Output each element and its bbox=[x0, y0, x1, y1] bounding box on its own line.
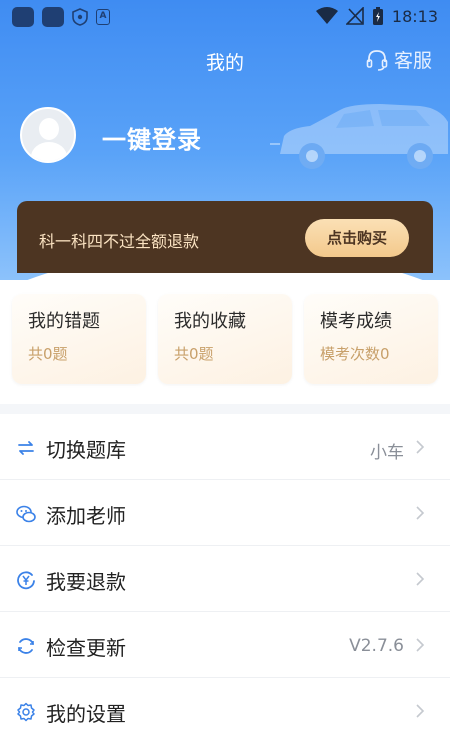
shield-icon bbox=[72, 8, 88, 26]
settings-icon bbox=[17, 702, 35, 722]
settings-menu: 切换题库 小车 添加老师 我要退款 检查更新 V2.7.6 我的设置 bbox=[0, 414, 450, 730]
menu-value: 小车 bbox=[370, 443, 404, 463]
avatar[interactable] bbox=[20, 107, 76, 163]
card-title: 我的收藏 bbox=[174, 311, 246, 332]
customer-service-button[interactable]: 客服 bbox=[365, 46, 432, 73]
customer-service-label: 客服 bbox=[393, 50, 432, 72]
notification-app-icon bbox=[42, 7, 64, 27]
card-title: 模考成绩 bbox=[320, 311, 392, 332]
banner-text: 科一科四不过全额退款 bbox=[39, 232, 200, 251]
menu-label: 切换题库 bbox=[46, 438, 126, 462]
menu-label: 我要退款 bbox=[46, 570, 126, 594]
notification-app-icon bbox=[12, 7, 34, 27]
buy-button[interactable]: 点击购买 bbox=[305, 219, 409, 257]
app-notification-icon: A bbox=[96, 9, 110, 25]
chevron-right-icon bbox=[416, 572, 425, 586]
exam-scores-card[interactable]: 模考成绩 模考次数0 bbox=[304, 294, 438, 384]
menu-item-switch-bank[interactable]: 切换题库 小车 bbox=[0, 414, 450, 480]
no-signal-icon bbox=[345, 7, 364, 25]
status-bar: A 18:13 bbox=[0, 0, 450, 34]
card-title: 我的错题 bbox=[28, 311, 100, 332]
section-divider bbox=[0, 404, 450, 414]
card-subtitle: 模考次数0 bbox=[320, 345, 390, 363]
menu-item-add-teacher[interactable]: 添加老师 bbox=[0, 480, 450, 546]
update-icon bbox=[18, 638, 34, 654]
version-value: V2.7.6 bbox=[349, 636, 404, 656]
menu-item-refund[interactable]: 我要退款 bbox=[0, 546, 450, 612]
wechat-icon bbox=[16, 505, 36, 523]
chevron-right-icon bbox=[416, 704, 425, 718]
menu-label: 添加老师 bbox=[46, 504, 126, 528]
one-click-login[interactable]: 一键登录 bbox=[102, 120, 202, 155]
stats-cards: 我的错题 共0题 我的收藏 共0题 模考成绩 模考次数0 bbox=[12, 294, 438, 384]
refund-icon bbox=[17, 571, 35, 590]
menu-label: 检查更新 bbox=[46, 636, 126, 660]
wifi-icon bbox=[315, 7, 338, 24]
avatar-body-shape bbox=[31, 142, 67, 161]
battery-icon bbox=[372, 7, 383, 25]
menu-item-settings[interactable]: 我的设置 bbox=[0, 678, 450, 730]
swap-icon bbox=[18, 441, 34, 455]
chevron-right-icon bbox=[416, 638, 425, 652]
card-subtitle: 共0题 bbox=[174, 345, 214, 363]
avatar-head-shape bbox=[39, 118, 59, 140]
menu-item-check-update[interactable]: 检查更新 V2.7.6 bbox=[0, 612, 450, 678]
chevron-right-icon bbox=[416, 506, 425, 520]
wrong-questions-card[interactable]: 我的错题 共0题 bbox=[12, 294, 146, 384]
favorites-card[interactable]: 我的收藏 共0题 bbox=[158, 294, 292, 384]
headset-icon bbox=[366, 49, 388, 71]
menu-label: 我的设置 bbox=[46, 702, 126, 726]
chevron-right-icon bbox=[416, 440, 425, 454]
status-time: 18:13 bbox=[391, 6, 438, 26]
card-subtitle: 共0题 bbox=[28, 345, 68, 363]
car-illustration bbox=[270, 104, 448, 169]
refund-promo-banner: 科一科四不过全额退款 点击购买 bbox=[17, 201, 433, 273]
